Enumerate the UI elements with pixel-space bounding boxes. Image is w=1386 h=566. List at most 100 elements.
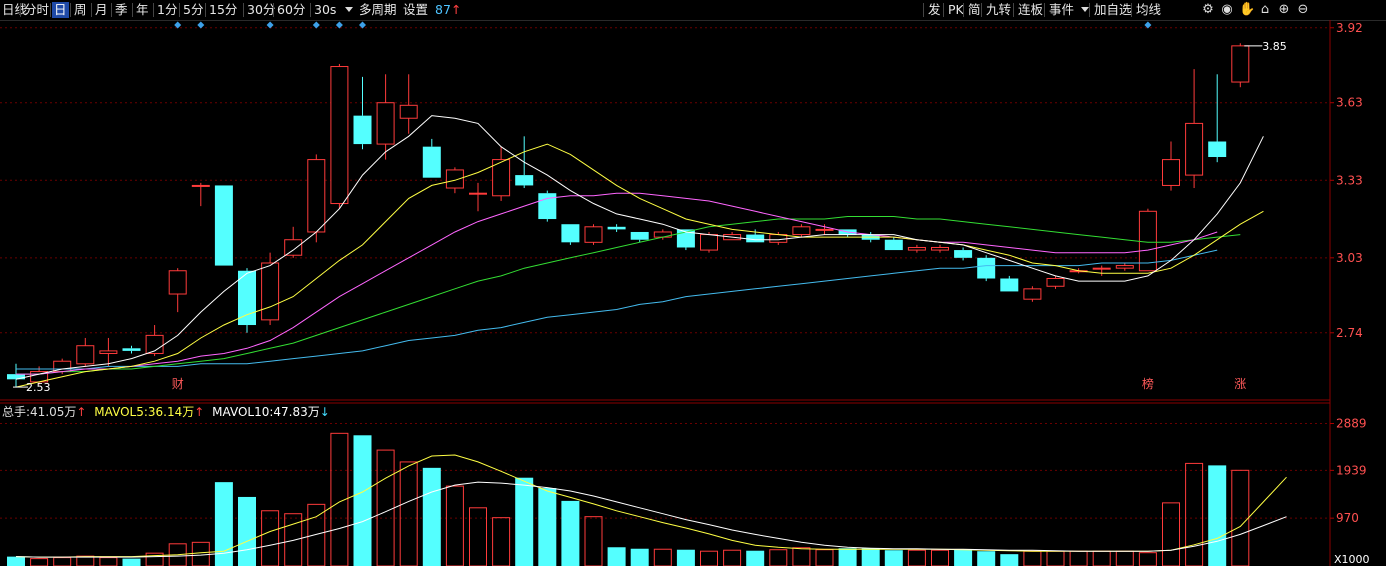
candle-body[interactable] xyxy=(1046,278,1065,287)
candle-body[interactable] xyxy=(700,234,718,251)
volume-bar[interactable] xyxy=(838,548,857,566)
candle-body[interactable] xyxy=(1023,288,1042,300)
volume-bar[interactable] xyxy=(76,555,95,566)
volume-bar[interactable] xyxy=(515,477,534,566)
volume-bar[interactable] xyxy=(676,549,695,566)
candle-body[interactable] xyxy=(1208,141,1227,158)
event-marker-53[interactable]: 涨 xyxy=(1234,376,1246,391)
candle-body[interactable] xyxy=(630,231,649,240)
volume-bar[interactable] xyxy=(7,556,25,566)
volume-bar[interactable] xyxy=(307,503,326,566)
candle-body[interactable] xyxy=(1092,267,1111,270)
volume-bar[interactable] xyxy=(700,550,718,566)
candle-body[interactable] xyxy=(214,185,233,266)
candle-body[interactable] xyxy=(191,184,210,187)
candle-body[interactable] xyxy=(1000,278,1019,292)
kline-chart[interactable]: 3.92 3.63 3.33 3.03 2.74 2889 1939 970 X1000 3.85… xyxy=(0,0,1386,566)
candle-body[interactable] xyxy=(307,159,326,233)
volume-bar[interactable] xyxy=(492,517,511,566)
candle-body[interactable] xyxy=(561,224,580,243)
volume-bar[interactable] xyxy=(376,449,395,566)
candle-body[interactable] xyxy=(469,192,487,195)
candle-body[interactable] xyxy=(1231,45,1250,83)
event-diamond-icon[interactable] xyxy=(266,21,274,29)
volume-bar[interactable] xyxy=(884,550,903,566)
vol-ma10-arrow: ↓ xyxy=(319,405,330,419)
candle-body[interactable] xyxy=(99,350,118,354)
volume-bar[interactable] xyxy=(469,507,487,566)
volume-bar[interactable] xyxy=(1115,550,1134,566)
volume-bar[interactable] xyxy=(30,558,49,566)
candle-body[interactable] xyxy=(515,175,534,186)
volume-bar[interactable] xyxy=(261,510,280,566)
candle-body[interactable] xyxy=(261,262,280,321)
volume-bar[interactable] xyxy=(815,549,834,566)
volume-bar[interactable] xyxy=(1208,465,1227,566)
volume-bar[interactable] xyxy=(1000,554,1019,566)
candle-body[interactable] xyxy=(1185,122,1204,176)
volume-bar[interactable] xyxy=(723,549,742,566)
volume-bar[interactable] xyxy=(907,549,926,566)
vol-ma5-label: MAVOL5: xyxy=(94,405,148,419)
candle-body[interactable] xyxy=(353,115,372,145)
candle-body[interactable] xyxy=(399,104,418,119)
volume-bar[interactable] xyxy=(353,435,372,566)
volume-bar[interactable] xyxy=(861,548,880,566)
volume-bar[interactable] xyxy=(99,557,118,566)
volume-bar[interactable] xyxy=(954,549,973,566)
volume-bar[interactable] xyxy=(769,549,788,566)
event-marker-49[interactable]: 榜 xyxy=(1142,376,1154,391)
candle-body[interactable] xyxy=(931,246,949,251)
candle-body[interactable] xyxy=(584,226,603,243)
volume-bar[interactable] xyxy=(607,547,626,566)
volume-bar[interactable] xyxy=(1092,550,1111,566)
volume-bar[interactable] xyxy=(977,551,996,566)
event-diamond-icon[interactable] xyxy=(197,21,205,29)
volume-bar[interactable] xyxy=(399,461,418,566)
volume-bar[interactable] xyxy=(1069,550,1088,566)
volume-bar[interactable] xyxy=(53,557,72,566)
candle-body[interactable] xyxy=(238,270,256,326)
volume-bar[interactable] xyxy=(630,548,649,566)
candle-body[interactable] xyxy=(1162,159,1180,186)
candle-body[interactable] xyxy=(792,226,811,236)
volume-bar[interactable] xyxy=(584,516,603,566)
candle-body[interactable] xyxy=(284,239,303,256)
volume-bar[interactable] xyxy=(445,485,464,566)
volume-bar[interactable] xyxy=(1162,502,1180,566)
candle-body[interactable] xyxy=(445,169,464,189)
candle-body[interactable] xyxy=(884,239,903,251)
volume-bar[interactable] xyxy=(931,549,949,566)
candle-body[interactable] xyxy=(168,270,187,295)
volume-bar[interactable] xyxy=(792,547,811,566)
candle-body[interactable] xyxy=(746,234,765,243)
candle-body[interactable] xyxy=(1115,265,1134,269)
candle-body[interactable] xyxy=(907,246,926,251)
volume-bar[interactable] xyxy=(284,513,303,566)
candle-body[interactable] xyxy=(954,250,973,258)
candle-body[interactable] xyxy=(815,228,834,231)
volume-bar[interactable] xyxy=(422,467,441,566)
candle-body[interactable] xyxy=(977,257,996,279)
event-marker-7[interactable]: 财 xyxy=(172,377,184,391)
volume-bar[interactable] xyxy=(1046,550,1065,566)
candle-body[interactable] xyxy=(122,348,141,351)
candle-body[interactable] xyxy=(422,146,441,178)
volume-bar[interactable] xyxy=(1138,552,1157,566)
volume-bar[interactable] xyxy=(122,558,141,566)
candle-body[interactable] xyxy=(7,374,25,380)
volume-bar[interactable] xyxy=(1023,550,1042,566)
candle-body[interactable] xyxy=(330,66,349,205)
volume-bar[interactable] xyxy=(538,488,557,566)
volume-bar[interactable] xyxy=(561,500,580,566)
volume-bar[interactable] xyxy=(238,496,256,566)
event-diamond-icon[interactable] xyxy=(312,21,320,29)
candle-body[interactable] xyxy=(376,102,395,145)
volume-bar[interactable] xyxy=(746,550,765,566)
candle-body[interactable] xyxy=(607,226,626,230)
volume-bar[interactable] xyxy=(1185,462,1204,566)
volume-bar[interactable] xyxy=(653,548,672,566)
candle-body[interactable] xyxy=(76,345,95,365)
candle-body[interactable] xyxy=(538,193,557,220)
candle-body[interactable] xyxy=(653,231,672,238)
